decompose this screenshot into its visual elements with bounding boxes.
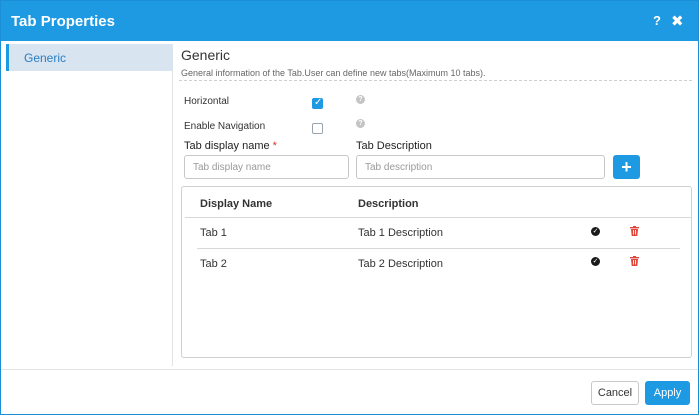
add-tab-button[interactable]: + [613,155,640,179]
sidebar: Generic [6,44,173,366]
plus-icon: + [621,157,632,177]
enable-navigation-label: Enable Navigation [184,121,266,132]
row-1-trash-icon[interactable] [630,225,639,239]
section-title: Generic [181,47,231,63]
tab-description-input[interactable] [356,155,605,179]
horizontal-checkbox[interactable] [312,97,323,109]
sidebar-item-generic[interactable]: Generic [6,44,173,71]
enable-navigation-checkbox[interactable] [312,123,323,134]
tabs-table: Display Name Description Tab 1 Tab 1 Des… [181,186,692,358]
section-description: General information of the Tab.User can … [181,68,486,78]
content-panel: Generic General information of the Tab.U… [179,41,694,367]
close-icon[interactable]: ✖ [671,12,684,30]
column-header-display-name: Display Name [200,198,273,210]
row-2-description: Tab 2 Description [358,258,443,270]
horizontal-label: Horizontal [184,96,230,107]
section-divider [179,80,692,81]
row-1-display-name: Tab 1 [200,227,227,239]
footer-divider [1,369,698,370]
row-2-trash-icon[interactable] [630,255,639,269]
tab-description-label: Tab Description [356,140,432,152]
trash-icon [630,226,639,236]
horizontal-help-icon[interactable]: ? [356,95,365,104]
row-1-check-icon[interactable]: ✓ [591,227,600,236]
tab-display-name-label-text: Tab display name [184,140,270,152]
dialog-title: Tab Properties [11,13,115,30]
enable-navigation-help-icon[interactable]: ? [356,119,365,128]
help-icon[interactable]: ? [653,13,661,28]
column-header-description: Description [358,198,419,210]
tab-display-name-input[interactable] [184,155,349,179]
cancel-button[interactable]: Cancel [591,381,639,405]
row-2-display-name: Tab 2 [200,258,227,270]
apply-button[interactable]: Apply [645,381,690,405]
required-marker: * [272,140,277,152]
tab-display-name-label: Tab display name * [184,140,277,152]
row-divider [197,248,680,249]
header-divider [185,217,691,218]
tab-properties-dialog: Tab Properties ? ✖ Generic Generic Gener… [0,0,699,415]
trash-icon [630,256,639,266]
dialog-titlebar: Tab Properties ? ✖ [1,1,698,41]
sidebar-item-label: Generic [24,51,67,65]
row-1-description: Tab 1 Description [358,227,443,239]
row-2-check-icon[interactable]: ✓ [591,257,600,266]
